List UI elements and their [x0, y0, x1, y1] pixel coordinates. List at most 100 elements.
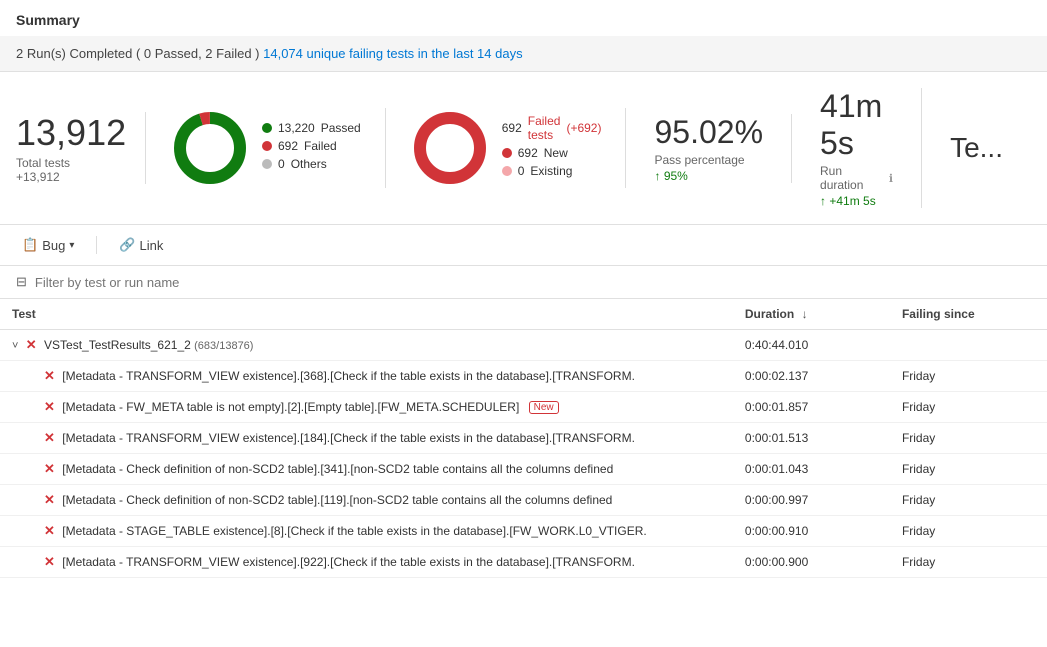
- run-info-text: 2 Run(s) Completed ( 0 Passed, 2 Failed …: [16, 46, 260, 61]
- fail-icon: ✕: [44, 399, 55, 414]
- table-row: ✕ [Metadata - Check definition of non-SC…: [0, 454, 1047, 485]
- link-icon: 🔗: [119, 237, 135, 253]
- duration-cell: 0:00:01.513: [733, 423, 890, 454]
- failed-donut-wrap: [410, 108, 490, 188]
- table-row: ✕ [Metadata - FW_META table is not empty…: [0, 392, 1047, 423]
- failed-count: 692: [278, 139, 298, 153]
- test-name: [Metadata - FW_META table is not empty].…: [62, 400, 519, 414]
- failed-dot: [262, 141, 272, 151]
- failing-since-cell: Friday: [890, 516, 1047, 547]
- duration-cell: 0:00:01.043: [733, 454, 890, 485]
- col-test[interactable]: Test: [0, 299, 733, 330]
- passed-dot: [262, 123, 272, 133]
- table-row: ✕ [Metadata - TRANSFORM_VIEW existence].…: [0, 423, 1047, 454]
- table-header: Test Duration ↓ Failing since: [0, 299, 1047, 330]
- link-button[interactable]: 🔗 Link: [113, 233, 169, 257]
- bug-button[interactable]: 📋 Bug ▾: [16, 233, 80, 257]
- col-duration[interactable]: Duration ↓: [733, 299, 890, 330]
- passed-donut-section: 13,220 Passed 692 Failed 0 Others: [146, 108, 386, 188]
- failed-tests-delta: (+692): [566, 121, 601, 135]
- total-tests-delta: +13,912: [16, 170, 121, 184]
- info-icon: ℹ: [889, 172, 893, 185]
- failing-since-cell: [890, 330, 1047, 361]
- fail-icon: ✕: [44, 461, 55, 476]
- pass-pct-block: 95.02% Pass percentage ↑ 95%: [626, 114, 792, 183]
- link-label: Link: [140, 238, 164, 253]
- toolbar: 📋 Bug ▾ 🔗 Link: [0, 225, 1047, 266]
- run-info-bar: 2 Run(s) Completed ( 0 Passed, 2 Failed …: [0, 36, 1047, 72]
- bug-label: Bug: [42, 238, 65, 253]
- run-duration-number: 41m 5s: [820, 88, 893, 162]
- metrics-row: 13,912 Total tests +13,912 13,220 Passed: [0, 72, 1047, 225]
- test-name: [Metadata - STAGE_TABLE existence].[8].[…: [62, 524, 646, 538]
- expand-icon[interactable]: ˅: [12, 340, 18, 352]
- duration-cell: 0:00:00.910: [733, 516, 890, 547]
- summary-title: Summary: [0, 0, 1047, 36]
- others-dot: [262, 159, 272, 169]
- pass-pct-label: Pass percentage: [654, 153, 763, 167]
- failed-label: Failed: [304, 139, 337, 153]
- new-badge: New: [529, 401, 559, 414]
- test-name: [Metadata - TRANSFORM_VIEW existence].[3…: [62, 369, 635, 383]
- test-table: Test Duration ↓ Failing since ˅ ✕ VSTest…: [0, 299, 1047, 578]
- col-failing-since: Failing since: [890, 299, 1047, 330]
- existing-dot: [502, 166, 512, 176]
- fail-icon: ✕: [44, 492, 55, 507]
- passed-count: 13,220: [278, 121, 315, 135]
- failed-tests-label: Failed tests: [528, 114, 561, 142]
- duration-cell: 0:00:02.137: [733, 361, 890, 392]
- others-label: Others: [291, 157, 327, 171]
- failing-since-cell: Friday: [890, 423, 1047, 454]
- new-dot: [502, 148, 512, 158]
- failing-tests-link[interactable]: 14,074 unique failing tests in the last …: [263, 46, 522, 61]
- failed-tests-count: 692: [502, 121, 522, 135]
- others-count: 0: [278, 157, 285, 171]
- duration-cell: 0:00:01.857: [733, 392, 890, 423]
- passed-donut-wrap: [170, 108, 250, 188]
- test-name: [Metadata - TRANSFORM_VIEW existence].[9…: [62, 555, 635, 569]
- failed-donut-section: 692 Failed tests (+692) 692 New 0 Existi…: [386, 108, 627, 188]
- test-name: [Metadata - TRANSFORM_VIEW existence].[1…: [62, 431, 635, 445]
- existing-count: 0: [518, 164, 525, 178]
- duration-cell: 0:40:44.010: [733, 330, 890, 361]
- bug-chevron-icon: ▾: [69, 240, 74, 251]
- fail-icon: ✕: [44, 430, 55, 445]
- new-count: 692: [518, 146, 538, 160]
- sub-count: (683/13876): [194, 340, 253, 352]
- new-label: New: [544, 146, 568, 160]
- failing-since-cell: Friday: [890, 485, 1047, 516]
- filter-bar: ⊟: [0, 266, 1047, 299]
- filter-icon: ⊟: [16, 274, 27, 290]
- fail-icon: ✕: [26, 337, 37, 352]
- duration-cell: 0:00:00.900: [733, 547, 890, 578]
- fail-icon: ✕: [44, 554, 55, 569]
- filter-input[interactable]: [35, 275, 335, 290]
- passed-legend: 13,220 Passed 692 Failed 0 Others: [262, 121, 361, 175]
- total-tests-block: 13,912 Total tests +13,912: [16, 112, 146, 184]
- test-name: [Metadata - Check definition of non-SCD2…: [62, 462, 613, 476]
- pass-pct-number: 95.02%: [654, 114, 763, 151]
- table-row: ✕ [Metadata - STAGE_TABLE existence].[8]…: [0, 516, 1047, 547]
- total-tests-label: Total tests: [16, 156, 121, 170]
- passed-label: Passed: [321, 121, 361, 135]
- fail-icon: ✕: [44, 368, 55, 383]
- table-row: ˅ ✕ VSTest_TestResults_621_2 (683/13876)…: [0, 330, 1047, 361]
- toolbar-separator: [96, 236, 97, 254]
- failing-since-cell: Friday: [890, 361, 1047, 392]
- run-duration-block: 41m 5s Run duration ℹ ↑ +41m 5s: [792, 88, 922, 208]
- failing-since-cell: Friday: [890, 454, 1047, 485]
- tes-label: Te...: [950, 132, 1003, 164]
- total-tests-number: 13,912: [16, 112, 121, 154]
- sort-icon: ↓: [802, 307, 808, 321]
- bug-icon: 📋: [22, 237, 38, 253]
- table-row: ✕ [Metadata - TRANSFORM_VIEW existence].…: [0, 547, 1047, 578]
- failing-since-cell: Friday: [890, 547, 1047, 578]
- table-row: ✕ [Metadata - TRANSFORM_VIEW existence].…: [0, 361, 1047, 392]
- run-duration-delta: ↑ +41m 5s: [820, 194, 893, 208]
- tes-block: Te...: [922, 132, 1031, 164]
- table-row: ✕ [Metadata - Check definition of non-SC…: [0, 485, 1047, 516]
- group-name: VSTest_TestResults_621_2: [44, 338, 191, 352]
- pass-pct-delta: ↑ 95%: [654, 169, 763, 183]
- failing-since-cell: Friday: [890, 392, 1047, 423]
- duration-cell: 0:00:00.997: [733, 485, 890, 516]
